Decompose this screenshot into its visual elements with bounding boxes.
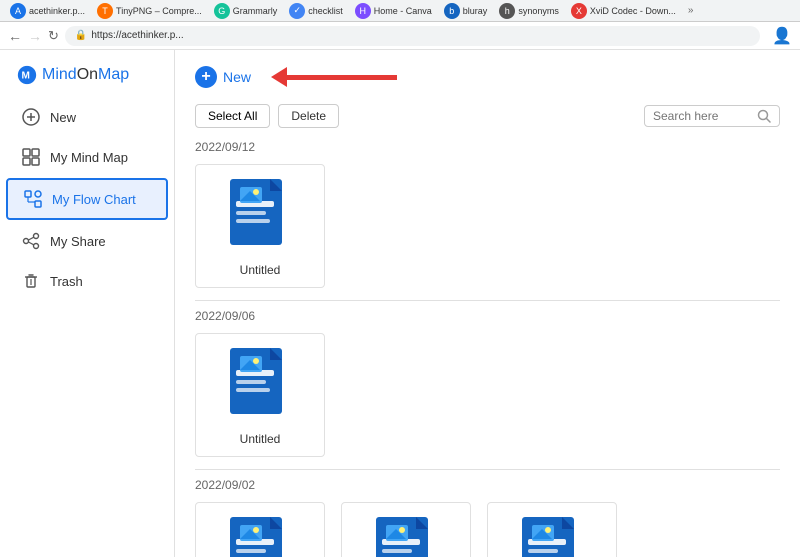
logo-text: MindOnMap <box>42 66 129 84</box>
files-row-1: Untitled <box>195 164 780 288</box>
highlight-arrow <box>271 67 397 87</box>
file-name: Untitled <box>240 263 281 277</box>
favicon-bluray: b <box>444 3 460 19</box>
document-icon <box>230 348 290 420</box>
document-icon <box>230 179 290 251</box>
file-card[interactable] <box>487 502 617 557</box>
sidebar-item-new[interactable]: New <box>6 98 168 136</box>
tab-tinypng[interactable]: T TinyPNG – Compre... <box>93 3 206 19</box>
select-all-button[interactable]: Select All <box>195 104 270 128</box>
sidebar-item-trash[interactable]: Trash <box>6 262 168 300</box>
document-icon <box>376 517 436 557</box>
favicon-synonyms: h <box>499 3 515 19</box>
sidebar-item-flow-chart[interactable]: My Flow Chart <box>6 178 168 220</box>
grid-icon <box>22 148 40 166</box>
nav-bar: ← → ↻ 🔒 https://acethinker.p... 👤 <box>0 22 800 50</box>
search-input[interactable] <box>653 109 753 123</box>
arrow-line <box>287 75 397 80</box>
section-2022-09-06: 2022/09/06 <box>195 309 780 457</box>
logo-icon: M <box>16 64 38 86</box>
file-name: Untitled <box>240 432 281 446</box>
trash-icon <box>22 272 40 290</box>
sidebar-item-label: My Share <box>50 234 106 249</box>
flow-icon <box>24 190 42 208</box>
share-icon <box>22 232 40 250</box>
sidebar-item-label: Trash <box>50 274 83 289</box>
sidebar-item-label: New <box>50 110 76 125</box>
svg-text:M: M <box>22 71 30 82</box>
nav-reload-icon[interactable]: ↻ <box>48 28 59 44</box>
divider-1 <box>195 300 780 301</box>
sidebar-item-share[interactable]: My Share <box>6 222 168 260</box>
file-card[interactable]: Untitled <box>195 164 325 288</box>
tab-label: bluray <box>463 6 488 16</box>
tab-canva[interactable]: H Home - Canva <box>351 3 436 19</box>
file-card[interactable] <box>341 502 471 557</box>
sidebar-item-label: My Mind Map <box>50 150 128 165</box>
app-container: M MindOnMap New My Mind Map <box>0 50 800 557</box>
file-icon-wrap <box>225 344 295 424</box>
divider-2 <box>195 469 780 470</box>
files-row-2: Untitled <box>195 333 780 457</box>
section-2022-09-12: 2022/09/12 <box>195 140 780 288</box>
tab-label: checklist <box>308 6 343 16</box>
toolbar: Select All Delete <box>195 104 780 128</box>
tab-label: TinyPNG – Compre... <box>116 6 202 16</box>
nav-back-icon[interactable]: ← <box>8 28 22 44</box>
toolbar-left: Select All Delete <box>195 104 339 128</box>
tab-label: acethinker.p... <box>29 6 85 16</box>
arrow-head-icon <box>271 67 287 87</box>
plus-icon <box>22 108 40 126</box>
tab-xvid[interactable]: X XviD Codec - Down... <box>567 3 680 19</box>
date-label-3: 2022/09/02 <box>195 478 780 492</box>
document-icon <box>522 517 582 557</box>
file-card[interactable] <box>195 502 325 557</box>
tab-label: XviD Codec - Down... <box>590 6 676 16</box>
tab-label: Grammarly <box>233 6 278 16</box>
sidebar: M MindOnMap New My Mind Map <box>0 50 175 557</box>
files-row-3 <box>195 502 780 557</box>
logo: M MindOnMap <box>0 50 174 96</box>
new-plus-icon: + <box>195 66 217 88</box>
search-icon <box>757 109 771 123</box>
nav-forward-icon[interactable]: → <box>28 28 42 44</box>
browser-tab-bar: A acethinker.p... T TinyPNG – Compre... … <box>0 0 800 22</box>
sidebar-item-label: My Flow Chart <box>52 192 136 207</box>
section-2022-09-02: 2022/09/02 <box>195 478 780 557</box>
new-button[interactable]: + New <box>195 66 251 88</box>
file-icon-wrap <box>225 513 295 557</box>
url-text: https://acethinker.p... <box>91 30 183 41</box>
new-button-label: New <box>223 69 251 85</box>
favicon-tinypng: T <box>97 3 113 19</box>
tab-synonyms[interactable]: h synonyms <box>495 3 563 19</box>
tab-grammarly[interactable]: G Grammarly <box>210 3 282 19</box>
main-content: + New Select All Delete <box>175 50 800 557</box>
file-icon-wrap <box>371 513 441 557</box>
file-icon-wrap <box>225 175 295 255</box>
favicon-grammarly: G <box>214 3 230 19</box>
tab-label: synonyms <box>518 6 559 16</box>
search-box[interactable] <box>644 105 780 127</box>
delete-button[interactable]: Delete <box>278 104 339 128</box>
more-tabs-indicator: » <box>688 5 694 16</box>
sidebar-item-mind-map[interactable]: My Mind Map <box>6 138 168 176</box>
new-button-area: + New <box>195 66 780 88</box>
file-icon-wrap <box>517 513 587 557</box>
tab-bluray[interactable]: b bluray <box>440 3 492 19</box>
user-profile-icon[interactable]: 👤 <box>772 26 792 46</box>
url-lock-icon: 🔒 <box>75 30 87 41</box>
favicon-checklist: ✓ <box>289 3 305 19</box>
date-label-2: 2022/09/06 <box>195 309 780 323</box>
document-icon <box>230 517 290 557</box>
tab-acethinker[interactable]: A acethinker.p... <box>6 3 89 19</box>
favicon-xvid: X <box>571 3 587 19</box>
tab-checklist[interactable]: ✓ checklist <box>285 3 347 19</box>
file-card[interactable]: Untitled <box>195 333 325 457</box>
url-bar[interactable]: 🔒 https://acethinker.p... <box>65 26 760 46</box>
favicon-acethinker: A <box>10 3 26 19</box>
tab-label: Home - Canva <box>374 6 432 16</box>
favicon-canva: H <box>355 3 371 19</box>
date-label-1: 2022/09/12 <box>195 140 780 154</box>
